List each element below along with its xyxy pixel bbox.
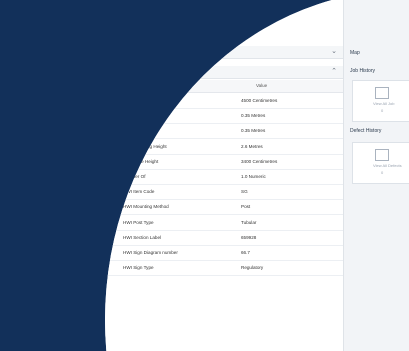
sidebar: ⊙ Enquiries ✕ Maintenance ▭ Workorder ⇅ …: [0, 90, 78, 351]
sidebar-item-label: Workorder: [25, 166, 49, 172]
sidebar-item-settings[interactable]: ⚙ Settings: [0, 234, 78, 248]
view-all-jobs-link[interactable]: View All Job: [373, 101, 395, 106]
attribute-name: HWI HeightSD: [123, 128, 153, 134]
attribute-name: HWI Item Code: [123, 189, 155, 195]
table-row: HWI WidthXD 4500 Centimetres: [105, 93, 343, 109]
attribute-name: HWI Plate Height: [123, 158, 159, 164]
chevron-right-icon[interactable]: ›: [92, 263, 94, 269]
calendar-icon: ▭: [8, 164, 17, 174]
edit-icon: [375, 87, 389, 99]
sidebar-item-label: Settings: [25, 238, 44, 244]
defect-history-header: Defect History: [350, 128, 382, 134]
job-history-header: Job History: [350, 68, 376, 74]
table-row: Number Of 1.0 Numeric: [105, 169, 343, 185]
chevron-right-icon[interactable]: ›: [92, 187, 94, 193]
attribute-name: HWI Sign Diagram number: [123, 250, 178, 255]
attribute-value: SG: [241, 189, 248, 195]
screen: ⊙ Enquiries ✕ Maintenance ▭ Workorder ⇅ …: [0, 0, 409, 351]
gear-icon: ⚙: [8, 236, 17, 246]
sidebar-item-enquiries[interactable]: ⊙ Enquiries: [0, 122, 78, 136]
view-all-defects-link[interactable]: View All Defects: [373, 163, 402, 168]
table-row: HWI Sign Diagram number 66.7: [105, 245, 343, 261]
attribute-name: HWI Post Type: [123, 219, 154, 225]
attribute-value: 2.6 Metres: [241, 143, 263, 149]
enquiry-icon: ⊙: [9, 124, 16, 134]
table-row: HWI WidthSD 0.35 Metres: [105, 108, 343, 125]
edit-icon: [375, 149, 389, 161]
tools-icon: ✕: [9, 144, 16, 154]
attribute-name: HWI Mounting Height: [123, 143, 167, 149]
table-row: HWI Section Label 659928: [105, 230, 343, 246]
attribute-name: HWI Section Label: [123, 234, 162, 240]
main-content: ⌄ ⌃ Value HWI WidthXD 4500 Centimetres HWI…: [92, 0, 343, 351]
collapsed-section-header[interactable]: ⌄: [105, 46, 343, 59]
defect-count: 0: [381, 170, 384, 175]
chart-icon: ▥: [8, 218, 17, 228]
chevron-right-icon[interactable]: ›: [92, 218, 94, 224]
table-row: HWI HeightSD 0.35 Metres: [105, 123, 343, 140]
attribute-value: 3400 Centimetres: [241, 158, 278, 164]
attribute-value: Tubular: [241, 219, 257, 225]
chevron-down-icon[interactable]: ⌄: [331, 47, 337, 55]
chevron-right-icon[interactable]: ›: [92, 202, 94, 208]
sidebar-item-payments[interactable]: ▭ Payments: [0, 198, 78, 212]
attribute-value: 659928: [241, 234, 257, 240]
job-history-card[interactable]: View All Job 0: [352, 80, 409, 122]
attribute-value: 0.35 Metres: [241, 128, 266, 134]
attribute-value: 1.0 Numeric: [241, 174, 266, 179]
table-row[interactable]: › HWI Item Code SG: [92, 184, 343, 201]
attribute-value: Regulatory: [241, 265, 264, 271]
table-row[interactable]: › HWI Mounting Method Post: [92, 199, 343, 216]
swap-icon: ⇅: [9, 182, 16, 192]
right-panel: Map Job History View All Job 0 Defect Hi…: [343, 0, 409, 351]
table-row[interactable]: › HWI Post Type Tubular: [92, 215, 343, 231]
attribute-value: 66.7: [241, 250, 250, 255]
attribute-value: 0.35 Metres: [241, 113, 266, 119]
attribute-value: 4500 Centimetres: [241, 98, 278, 103]
sidebar-item-label: Enquiries: [25, 126, 46, 132]
sidebar-item-workorder[interactable]: ▭ Workorder: [0, 162, 78, 176]
value-column-header: Value: [256, 83, 268, 88]
map-header[interactable]: Map: [350, 50, 360, 56]
defect-history-card[interactable]: View All Defects 0: [352, 142, 409, 184]
attribute-name: HWI WidthSD: [123, 113, 152, 119]
table-row: HWI Mounting Height 2.6 Metres: [105, 139, 343, 155]
sidebar-item-label: Payments: [25, 202, 48, 208]
job-count: 0: [381, 108, 384, 113]
expanded-section-header[interactable]: ⌃: [105, 66, 343, 79]
attribute-name: HWI WidthXD: [123, 98, 152, 103]
attribute-name: Number Of: [123, 174, 146, 179]
chevron-up-icon[interactable]: ⌃: [331, 67, 337, 75]
app-window: ⊙ Enquiries ✕ Maintenance ▭ Workorder ⇅ …: [0, 0, 409, 351]
card-icon: ▭: [8, 200, 17, 210]
attribute-name: HWI Mounting Method: [123, 204, 169, 210]
sidebar-item-label: Reporting: [25, 220, 47, 226]
sidebar-item-maintenance[interactable]: ✕ Maintenance: [0, 142, 78, 156]
attribute-value: Post: [241, 204, 251, 210]
table-row[interactable]: › HWI Sign Type Regulatory: [92, 260, 343, 277]
sidebar-item-variations[interactable]: ⇅ Variations: [0, 180, 78, 194]
sidebar-item-label: Maintenance: [25, 146, 54, 152]
sidebar-item-reporting[interactable]: ▥ Reporting: [0, 216, 78, 230]
attribute-name: HWI Sign Type: [123, 265, 154, 271]
sidebar-item-label: Variations: [25, 184, 47, 190]
table-header: Value: [105, 80, 343, 93]
table-row: HWI Plate Height 3400 Centimetres: [105, 154, 343, 170]
